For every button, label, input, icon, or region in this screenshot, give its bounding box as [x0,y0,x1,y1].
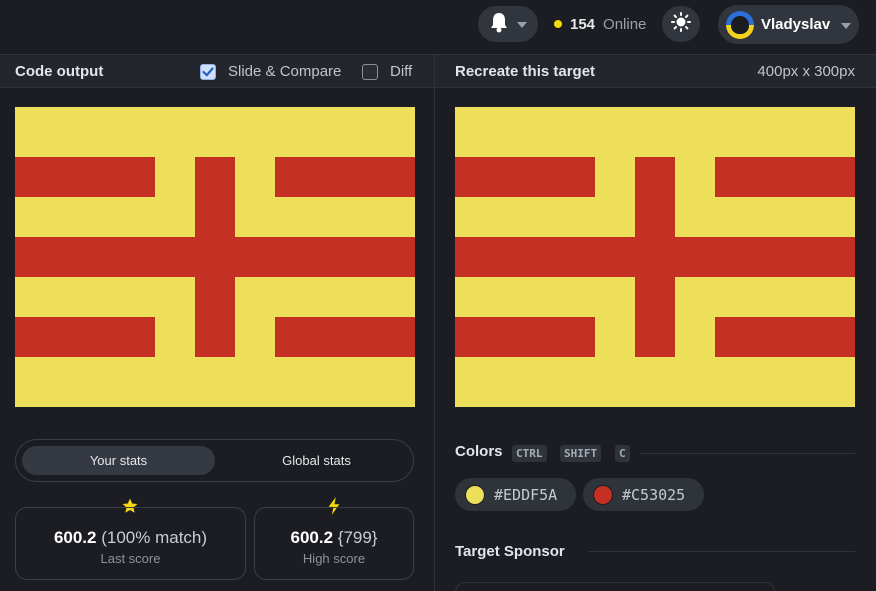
notifications-button[interactable] [478,6,538,42]
sponsor-box[interactable] [455,582,775,591]
colors-divider [640,453,855,454]
top-bar: 154 Online Vladyslav [0,0,876,54]
colors-title: Colors [455,443,503,460]
flag-bar [195,157,235,357]
code-output-title: Code output [15,63,104,80]
flag-bar [275,317,415,357]
flag-bar [635,157,675,357]
code-output-header: Code output Slide & Compare Diff [0,54,434,88]
color-hex: #C53025 [622,485,686,504]
flag-bar [715,317,855,357]
color-dot-icon [465,484,485,505]
diff-label[interactable]: Diff [390,63,412,80]
online-label: Online [603,15,647,33]
code-output-canvas[interactable] [15,107,415,407]
last-score-value: 600.2 [53,528,97,547]
stats-toggle: Your stats Global stats [15,439,414,482]
last-score-card: 600.2 (100% match) Last score [15,507,246,580]
user-menu-button[interactable]: Vladyslav [718,5,859,44]
last-score-label: Last score [100,551,161,566]
high-score-line: 600.2 {799} [255,528,413,548]
flag-bar [455,317,595,357]
sponsor-title: Target Sponsor [455,543,565,560]
color-dot-icon [593,484,613,505]
high-score-label: High score [302,551,366,566]
flag-bar [455,157,595,197]
target-header: Recreate this target 400px x 300px [435,54,876,88]
user-name: Vladyslav [761,16,831,33]
target-dimensions: 400px x 300px [757,63,855,80]
target-title: Recreate this target [455,63,596,80]
diff-checkbox[interactable] [362,64,378,80]
bell-icon [489,11,509,38]
color-swatch-red[interactable]: #C53025 [583,478,704,511]
slide-compare-label[interactable]: Slide & Compare [228,63,341,80]
flag-bar [15,317,155,357]
last-score-line: 600.2 (100% match) [16,528,245,548]
online-dot-icon [554,20,562,28]
sponsor-divider [588,551,855,552]
sun-icon [671,11,691,37]
chevron-down-icon [517,15,527,33]
tab-your-stats[interactable]: Your stats [22,446,215,475]
high-score-value: 600.2 [290,528,334,547]
tab-global-stats[interactable]: Global stats [224,446,409,475]
high-score-extra: {799} [337,528,378,547]
flag-bar [715,157,855,197]
color-hex: #EDDF5A [494,485,558,504]
shortcut-key: SHIFT [560,445,602,462]
online-indicator: 154 Online [554,14,646,34]
shortcut-key: CTRL [512,445,547,462]
target-canvas [455,107,855,407]
theme-toggle-button[interactable] [662,6,700,42]
flag-bar [15,157,155,197]
slide-compare-checkbox[interactable] [200,64,216,80]
online-count: 154 [570,15,596,33]
last-score-match: (100% match) [101,528,208,547]
chevron-down-icon [841,16,852,34]
high-score-card: 600.2 {799} High score [254,507,414,580]
avatar [726,10,754,39]
flag-bar [275,157,415,197]
color-swatch-yellow[interactable]: #EDDF5A [455,478,576,511]
shortcut-key: C [615,445,630,462]
panel-divider [434,54,435,591]
